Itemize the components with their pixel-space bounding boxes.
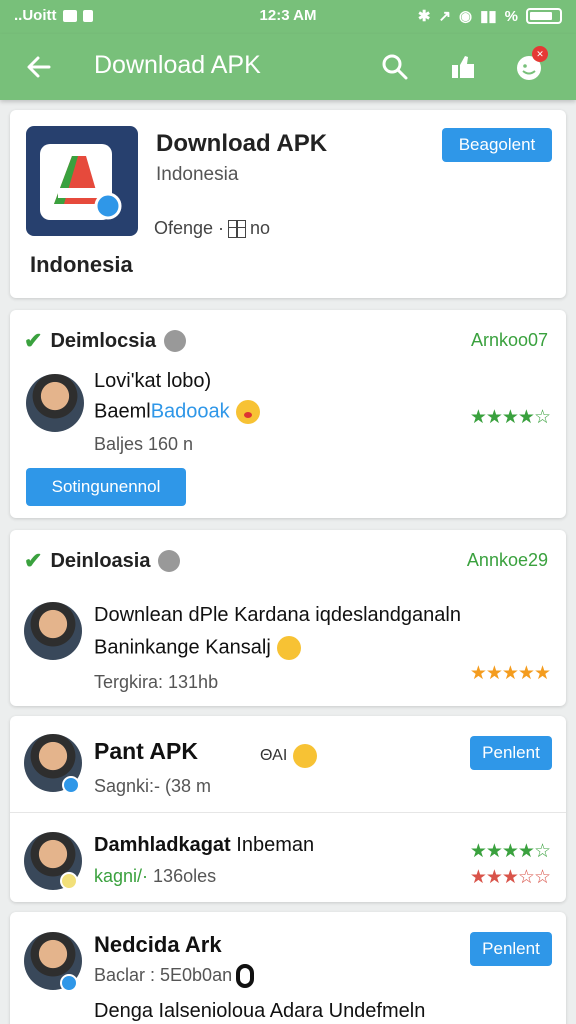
badge-icon [62,776,80,794]
list-item-sub: Sagnki:- (38 m [94,776,212,796]
check-icon: ✔ [24,328,43,353]
verified-icon [158,550,181,572]
review-line-1: Downlean dPle Kardana iqdeslandganaln [94,604,461,626]
list-item-title[interactable]: Nedcida Ark [94,932,222,958]
app-action-button[interactable]: Beagolent [442,128,552,162]
review-line-1: Lovi'kat lobo) [94,370,212,392]
section-action-button[interactable]: Sotingunennol [26,468,186,506]
app-meta: Ofenge · no [154,218,270,239]
review-line-2: Baninkange Kansalj [94,636,301,660]
section-title: Deimlocsia [50,329,157,352]
section-card-2: ✔ Deinloasia Annkoe29 Downlean dPle Kard… [10,530,566,706]
list-item-sub-rest: 136oles [153,866,217,886]
review-line-2: BaemlBadooak [94,400,260,424]
app-meta-label: Ofenge · [154,218,225,238]
wifi-icon: ◉ [459,8,473,25]
rating-stars: ★★★★★ [469,663,551,684]
notifications-button[interactable]: ✕ [508,46,550,88]
avatar[interactable] [24,602,82,660]
arrow-left-icon [27,56,51,78]
search-button[interactable] [374,46,416,88]
section-card-1: ✔ Deimlocsia Arnkoo07 Lovi'kat lobo) Bae… [10,310,566,518]
app-region: Indonesia [156,164,239,185]
search-icon [382,54,408,80]
review-link[interactable]: Badooak [151,400,230,422]
app-list-card: Pant APK ΘΑΙ Sagnki:- (38 m Penlent Damh… [10,716,566,902]
list-item-desc: Denga Ialsenioloua Adara Undefmeln [94,1000,426,1022]
app-logo [26,126,138,236]
list-item-tag-text: ΘΑΙ [260,747,288,765]
cell-signal-icon: ▮▮ [480,8,497,25]
app-info-card: Download APK Indonesia Ofenge · no Indon… [10,110,566,298]
section-title: Deinloasia [50,549,151,572]
check-icon: ✔ [24,548,43,573]
rating-stars: ★★★★☆ [469,407,551,428]
divider [10,812,566,813]
app-list-card-2: Nedcida Ark Baclar : 5E0b0an Denga Ialse… [10,912,566,1024]
list-item-sub: Baclar : 5E0b0an [94,964,255,988]
thumbs-up-button[interactable] [442,46,484,88]
package-icon [228,219,247,238]
review-meta: Tergkira: 131hb [94,672,219,692]
app-name: Download APK [156,130,328,157]
review-line-2-prefix: Baeml [94,400,151,423]
list-item-title-bold: Damhladkagat [94,834,231,856]
surprised-emoji-icon [235,400,260,424]
list-item-title-rest: Inbeman [236,834,315,856]
smile-emoji-icon [293,744,318,768]
circle-icon [236,964,255,988]
badge-icon [60,974,78,992]
signal-icon: ↗ [438,8,452,25]
list-item-button[interactable]: Penlent [470,932,552,966]
review-line-2-text: Baninkange Kansalj [94,636,271,659]
app-bar: Download APK ✕ [0,34,576,100]
status-bar: ..Uoitt 12:3 AM ✱ ↗ ◉ ▮▮ % [0,0,576,34]
app-meta-suffix: no [250,218,271,238]
rating-stars: ★★★☆☆ [469,867,551,888]
smile-emoji-icon [276,636,301,660]
notification-badge: ✕ [532,46,548,62]
badge-icon [60,872,78,890]
app-footer-label: Indonesia [30,252,133,277]
list-item-sub: kagni/· 136oles [94,866,216,887]
section-count: Annkoe29 [466,550,548,570]
thumbs-up-icon [452,56,474,78]
battery-percent: % [504,7,518,25]
verified-icon [164,330,187,352]
back-button[interactable] [18,46,60,88]
list-item-title[interactable]: Pant APK [94,738,198,765]
list-item-sub-text: Baclar : 5E0b0an [94,964,233,985]
list-item-button[interactable]: Penlent [470,736,552,770]
page-title: Download APK [94,51,261,79]
rating-stars: ★★★★☆ [469,841,551,862]
review-meta: Baljes 160 n [94,434,194,454]
list-item-title[interactable]: Damhladkagat Inbeman [94,834,314,857]
list-item-tag: ΘΑΙ [260,744,318,768]
avatar[interactable] [26,374,84,432]
section-count: Arnkoo07 [470,330,548,350]
battery-icon [526,8,562,24]
list-item-sub-green: kagni/· [94,866,149,886]
bluetooth-icon: ✱ [417,8,431,25]
